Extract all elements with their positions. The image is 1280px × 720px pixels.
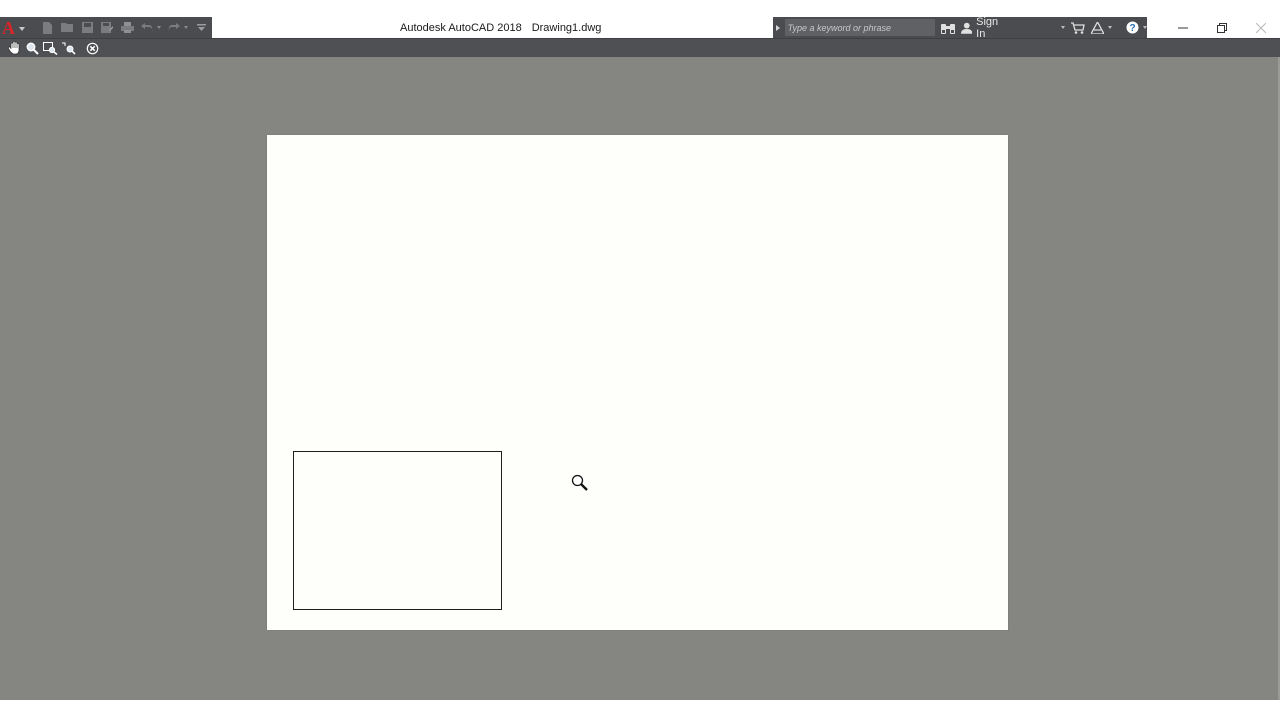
window-controls	[1163, 17, 1280, 38]
title-bar: A Autodesk AutoCAD 2018 Drawing1.dwg Typ…	[0, 0, 1280, 40]
autodesk-a360-icon[interactable]	[1091, 17, 1112, 38]
sign-in-label: Sign In	[976, 15, 999, 40]
zoom-previous-icon[interactable]	[60, 41, 76, 56]
chevron-down-icon	[19, 26, 25, 31]
quick-access-toolbar: A	[0, 17, 212, 38]
close-button[interactable]	[1241, 17, 1280, 38]
help-button[interactable]: ?	[1126, 17, 1147, 38]
minimize-button[interactable]	[1163, 17, 1202, 38]
layout-paper-sheet[interactable]	[267, 135, 1008, 630]
layout-viewport[interactable]	[293, 451, 502, 610]
sign-in-button[interactable]: Sign In	[960, 15, 1009, 40]
search-box[interactable]	[784, 19, 935, 36]
help-icon: ?	[1126, 21, 1139, 34]
search-input[interactable]	[784, 19, 935, 36]
svg-text:?: ?	[1129, 23, 1135, 34]
redo-icon[interactable]	[167, 22, 181, 34]
undo-dropdown-icon[interactable]	[157, 26, 161, 29]
chevron-down-icon	[1061, 26, 1065, 29]
infocenter-toolbar: Sign In ?	[773, 15, 1147, 40]
file-name: Drawing1.dwg	[531, 22, 602, 34]
exit-icon[interactable]	[84, 41, 100, 56]
plot-icon[interactable]	[120, 22, 134, 34]
close-icon	[1255, 22, 1266, 33]
chevron-down-icon	[1143, 26, 1147, 29]
undo-icon[interactable]	[140, 22, 154, 34]
application-menu-button[interactable]: A	[0, 17, 34, 38]
save-as-icon[interactable]	[100, 22, 114, 34]
pan-icon[interactable]	[6, 41, 22, 56]
chevron-down-icon	[1108, 26, 1112, 29]
minimize-icon	[1177, 27, 1188, 28]
redo-dropdown-icon[interactable]	[184, 26, 188, 29]
customize-icon[interactable]	[194, 22, 208, 34]
zoom-window-icon[interactable]	[42, 41, 58, 56]
autocad-logo-icon: A	[2, 17, 15, 38]
restore-button[interactable]	[1202, 17, 1241, 38]
user-icon	[960, 22, 973, 34]
binoculars-icon[interactable]	[940, 17, 955, 38]
new-icon[interactable]	[40, 21, 54, 34]
sign-in-dropdown[interactable]	[1057, 17, 1065, 38]
zoom-realtime-icon[interactable]	[24, 41, 40, 56]
autodesk-app-store-icon[interactable]	[1071, 17, 1085, 38]
drawing-area[interactable]	[0, 57, 1280, 700]
restore-icon	[1216, 22, 1227, 33]
zoom-cursor-icon	[571, 474, 589, 492]
app-name: Autodesk AutoCAD 2018	[400, 22, 522, 34]
save-icon[interactable]	[80, 22, 94, 34]
open-icon[interactable]	[60, 22, 74, 34]
status-bar	[0, 700, 1280, 720]
window-title: Autodesk AutoCAD 2018 Drawing1.dwg	[400, 22, 611, 34]
expand-arrow-icon[interactable]	[773, 17, 783, 38]
zoom-pan-toolbar	[0, 38, 1280, 57]
